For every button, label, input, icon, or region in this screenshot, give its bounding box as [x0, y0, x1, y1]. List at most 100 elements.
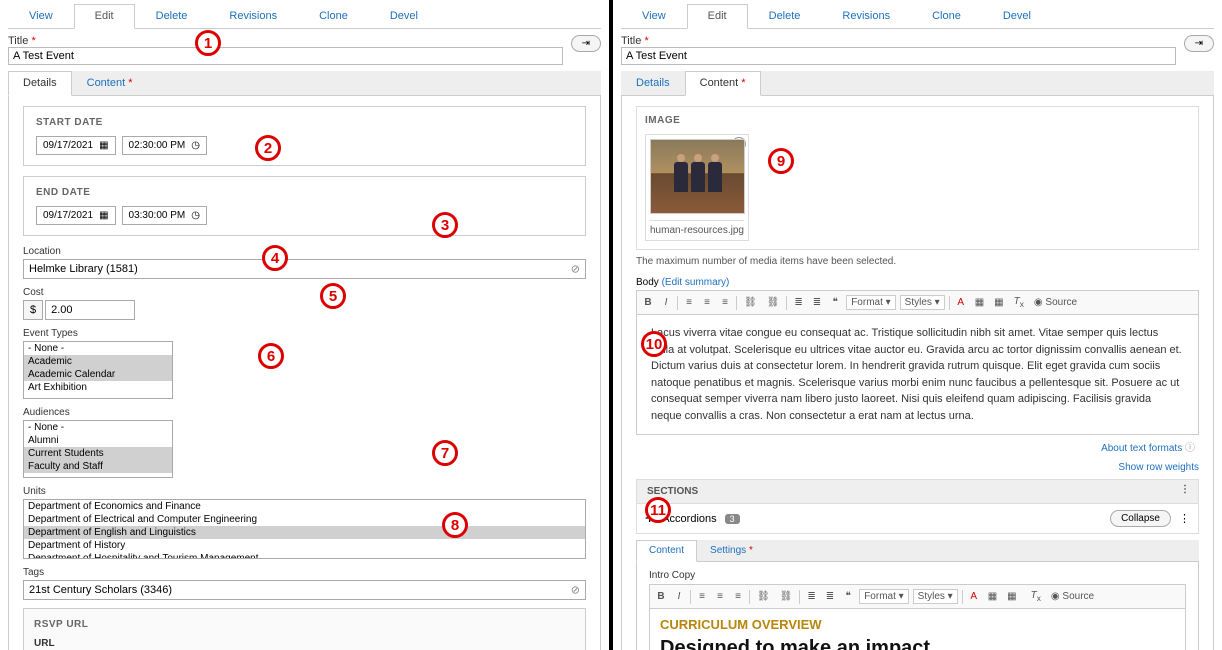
image-thumbnail[interactable] — [650, 139, 745, 214]
link-icon[interactable]: ⛓ — [754, 589, 773, 604]
cost-input[interactable] — [45, 300, 135, 320]
bullet-list-icon[interactable]: ≣ — [791, 295, 805, 310]
image-icon[interactable]: ▦ — [985, 589, 1000, 604]
title-input[interactable] — [621, 47, 1176, 65]
inner-tab-settings[interactable]: Settings * — [697, 540, 766, 561]
accordion-count-badge: 3 — [725, 514, 740, 524]
image-icon[interactable]: ▦ — [972, 295, 987, 310]
bullet-list-icon[interactable]: ≣ — [804, 589, 818, 604]
tab-edit[interactable]: Edit — [74, 4, 135, 29]
clear-format-icon[interactable]: Tx — [1011, 294, 1027, 311]
number-list-icon[interactable]: ≣ — [823, 589, 837, 604]
list-item: Department of History — [24, 539, 585, 552]
pin-button[interactable]: ⇥ — [1184, 35, 1214, 52]
intro-body[interactable]: CURRICULUM OVERVIEW Designed to make an … — [650, 609, 1185, 650]
bold-icon[interactable]: B — [641, 295, 655, 310]
tab-revisions[interactable]: Revisions — [821, 4, 911, 28]
list-item: Faculty and Staff — [24, 460, 172, 473]
show-row-weights-link[interactable]: Show row weights — [636, 462, 1199, 473]
list-item: Current Students — [24, 447, 172, 460]
align-left-icon[interactable]: ≡ — [695, 589, 709, 604]
embed-icon[interactable]: ▦ — [991, 295, 1006, 310]
collapse-button[interactable]: Collapse — [1110, 510, 1171, 527]
annotation-5: 5 — [320, 283, 346, 309]
styles-select[interactable]: Styles ▾ — [900, 295, 945, 310]
clock-icon: ◷ — [191, 140, 200, 151]
quote-icon[interactable]: ❝ — [841, 589, 855, 604]
primary-tabs: View Edit Delete Revisions Clone Devel — [8, 4, 601, 29]
align-center-icon[interactable]: ≡ — [713, 589, 727, 604]
location-input[interactable] — [23, 259, 586, 279]
inner-tab-content[interactable]: Content — [636, 540, 697, 562]
annotation-8: 8 — [442, 512, 468, 538]
curriculum-heading: Designed to make an impact. — [660, 636, 1175, 650]
subtab-details[interactable]: Details — [621, 71, 685, 95]
pin-button[interactable]: ⇥ — [571, 35, 601, 52]
audiences-listbox[interactable]: - None - Alumni Current Students Faculty… — [23, 420, 173, 478]
rte-toolbar: B I ≡ ≡ ≡ ⛓ ⛓ ≣ ≣ ❝ Format ▾ Styles ▾ — [637, 291, 1198, 315]
align-center-icon[interactable]: ≡ — [700, 295, 714, 310]
styles-select[interactable]: Styles ▾ — [913, 589, 958, 604]
start-time-input[interactable]: 02:30:00 PM ◷ — [122, 136, 207, 155]
image-fieldset: IMAGE ✕ human-resources.jpg — [636, 106, 1199, 250]
embed-icon[interactable]: ▦ — [1004, 589, 1019, 604]
source-button[interactable]: ◉ Source — [1048, 589, 1097, 604]
source-button[interactable]: ◉ Source — [1031, 295, 1080, 310]
align-right-icon[interactable]: ≡ — [731, 589, 745, 604]
intro-box: Intro Copy B I ≡ ≡ ≡ ⛓ ⛓ ≣ ≣ — [636, 562, 1199, 650]
tab-devel[interactable]: Devel — [982, 4, 1052, 28]
text-color-icon[interactable]: A — [954, 295, 968, 310]
start-date-input[interactable]: 09/17/2021 ▦ — [36, 136, 116, 155]
tab-devel[interactable]: Devel — [369, 4, 439, 28]
edit-summary-link[interactable]: (Edit summary) — [662, 277, 730, 288]
subtab-content[interactable]: Content * — [685, 71, 761, 96]
number-list-icon[interactable]: ≣ — [810, 295, 824, 310]
format-select[interactable]: Format ▾ — [859, 589, 908, 604]
location-label: Location — [23, 246, 586, 257]
subtab-content[interactable]: Content * — [72, 71, 148, 95]
end-date-input[interactable]: 09/17/2021 ▦ — [36, 206, 116, 225]
calendar-icon: ▦ — [99, 140, 108, 151]
curriculum-overline: CURRICULUM OVERVIEW — [660, 617, 1175, 632]
tab-view[interactable]: View — [621, 4, 687, 28]
more-icon[interactable]: ⋮ — [1179, 512, 1190, 525]
tab-revisions[interactable]: Revisions — [208, 4, 298, 28]
tab-delete[interactable]: Delete — [748, 4, 822, 28]
units-listbox[interactable]: Department of Economics and Finance Depa… — [23, 499, 586, 559]
units-label: Units — [23, 486, 586, 497]
clear-format-icon[interactable]: Tx — [1028, 588, 1044, 605]
italic-icon[interactable]: I — [659, 295, 673, 310]
tab-clone[interactable]: Clone — [298, 4, 369, 28]
link-icon[interactable]: ⛓ — [741, 295, 760, 310]
unlink-icon[interactable]: ⛓ — [764, 295, 783, 310]
event-types-listbox[interactable]: - None - Academic Academic Calendar Art … — [23, 341, 173, 399]
align-right-icon[interactable]: ≡ — [718, 295, 732, 310]
intro-label: Intro Copy — [649, 570, 1186, 581]
rte-body[interactable]: Lacus viverra vitae congue eu consequat … — [637, 315, 1198, 434]
tags-input[interactable] — [23, 580, 586, 600]
format-select[interactable]: Format ▾ — [846, 295, 895, 310]
annotation-11: 11 — [645, 497, 671, 523]
tab-view[interactable]: View — [8, 4, 74, 28]
right-pane: View Edit Delete Revisions Clone Devel T… — [613, 0, 1222, 650]
title-input[interactable] — [8, 47, 563, 65]
annotation-2: 2 — [255, 135, 281, 161]
clear-icon[interactable]: ⊘ — [571, 584, 580, 597]
more-icon[interactable]: ⋮ — [1180, 484, 1190, 495]
tab-delete[interactable]: Delete — [135, 4, 209, 28]
bold-icon[interactable]: B — [654, 589, 668, 604]
tab-edit[interactable]: Edit — [687, 4, 748, 29]
align-left-icon[interactable]: ≡ — [682, 295, 696, 310]
clear-icon[interactable]: ⊘ — [571, 263, 580, 276]
subtab-details[interactable]: Details — [8, 71, 72, 96]
about-formats-link[interactable]: About text formats — [1101, 443, 1182, 454]
sections-heading[interactable]: SECTIONS ⋮ — [636, 479, 1199, 504]
title-label: Title * — [621, 35, 1176, 47]
quote-icon[interactable]: ❝ — [828, 295, 842, 310]
end-time-input[interactable]: 03:30:00 PM ◷ — [122, 206, 207, 225]
italic-icon[interactable]: I — [672, 589, 686, 604]
tab-clone[interactable]: Clone — [911, 4, 982, 28]
text-color-icon[interactable]: A — [967, 589, 981, 604]
cost-prefix: $ — [23, 300, 43, 320]
unlink-icon[interactable]: ⛓ — [777, 589, 796, 604]
